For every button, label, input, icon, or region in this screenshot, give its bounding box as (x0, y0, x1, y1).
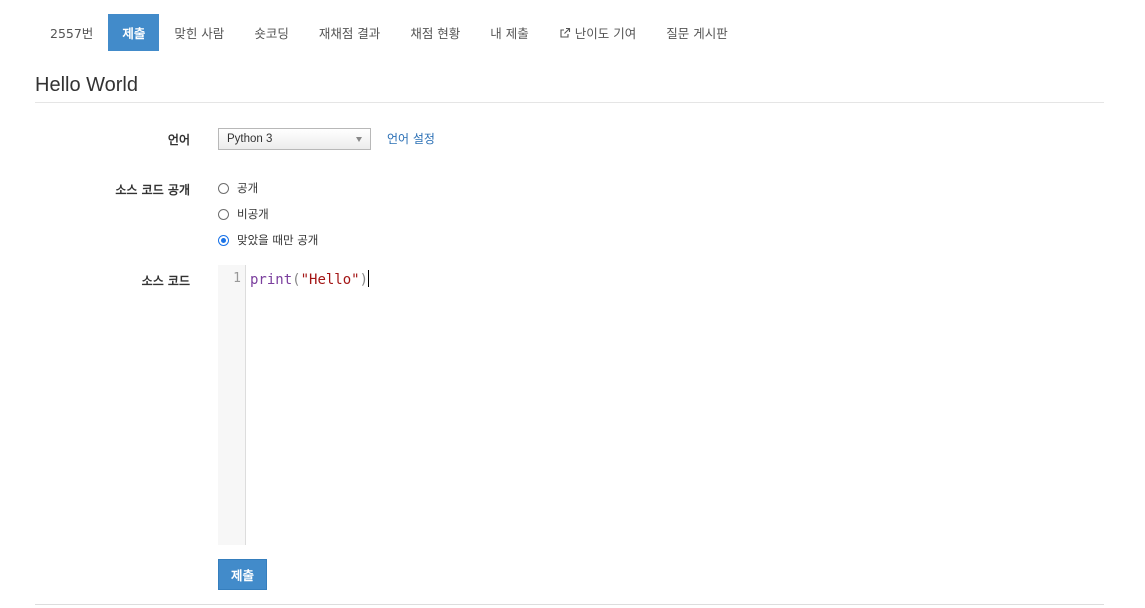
problem-nav: 2557번 제출 맞힌 사람 숏코딩 재채점 결과 채점 현황 내 제출 난이도… (35, 14, 743, 51)
radio-accepted-only-label: 맞았을 때만 공개 (237, 233, 319, 247)
title-divider (35, 102, 1104, 103)
nav-problem-number[interactable]: 2557번 (35, 14, 108, 51)
radio-private[interactable] (218, 208, 229, 220)
code-token-builtin: print (250, 272, 293, 288)
visibility-label: 소스 코드 공개 (115, 183, 190, 197)
code-token-string: "Hello" (300, 272, 360, 288)
nav-question-board[interactable]: 질문 게시판 (651, 14, 742, 51)
radio-public-label: 공개 (237, 181, 259, 195)
nav-accepted-users[interactable]: 맞힌 사람 (159, 14, 239, 51)
language-settings-link[interactable]: 언어 설정 (387, 130, 435, 147)
code-token-close-paren: ) (359, 272, 369, 288)
code-editor[interactable]: 1 print("Hello") (218, 265, 1104, 545)
nav-submit[interactable]: 제출 (108, 14, 160, 51)
submit-button[interactable]: 제출 (218, 559, 267, 590)
problem-title: Hello World (35, 74, 138, 96)
radio-private-label: 비공개 (237, 207, 269, 221)
text-cursor (368, 270, 370, 287)
footer-divider (35, 604, 1104, 605)
language-select-value: Python 3 (227, 133, 273, 145)
radio-accepted-only[interactable] (218, 234, 229, 246)
source-code-label: 소스 코드 (141, 274, 190, 288)
visibility-option-public[interactable]: 공개 (218, 180, 258, 196)
nav-judge-status[interactable]: 채점 현황 (395, 14, 475, 51)
nav-rejudge-results[interactable]: 재채점 결과 (304, 14, 395, 51)
line-number: 1 (233, 271, 241, 286)
code-line[interactable]: print("Hello") (250, 270, 370, 288)
language-select[interactable]: Python 3 (218, 128, 371, 150)
editor-gutter: 1 (218, 265, 246, 545)
language-label: 언어 (167, 133, 190, 147)
visibility-option-accepted-only[interactable]: 맞았을 때만 공개 (218, 232, 318, 248)
submit-page: 2557번 제출 맞힌 사람 숏코딩 재채점 결과 채점 현황 내 제출 난이도… (0, 0, 1145, 608)
code-token-open-paren: ( (292, 272, 301, 288)
radio-public[interactable] (218, 182, 229, 194)
nav-difficulty-contribution[interactable]: 난이도 기여 (544, 14, 651, 51)
external-link-icon (560, 27, 570, 38)
chevron-down-icon (356, 137, 362, 142)
nav-short-coding[interactable]: 숏코딩 (239, 14, 304, 51)
visibility-option-private[interactable]: 비공개 (218, 206, 269, 222)
nav-my-submissions[interactable]: 내 제출 (475, 14, 543, 51)
